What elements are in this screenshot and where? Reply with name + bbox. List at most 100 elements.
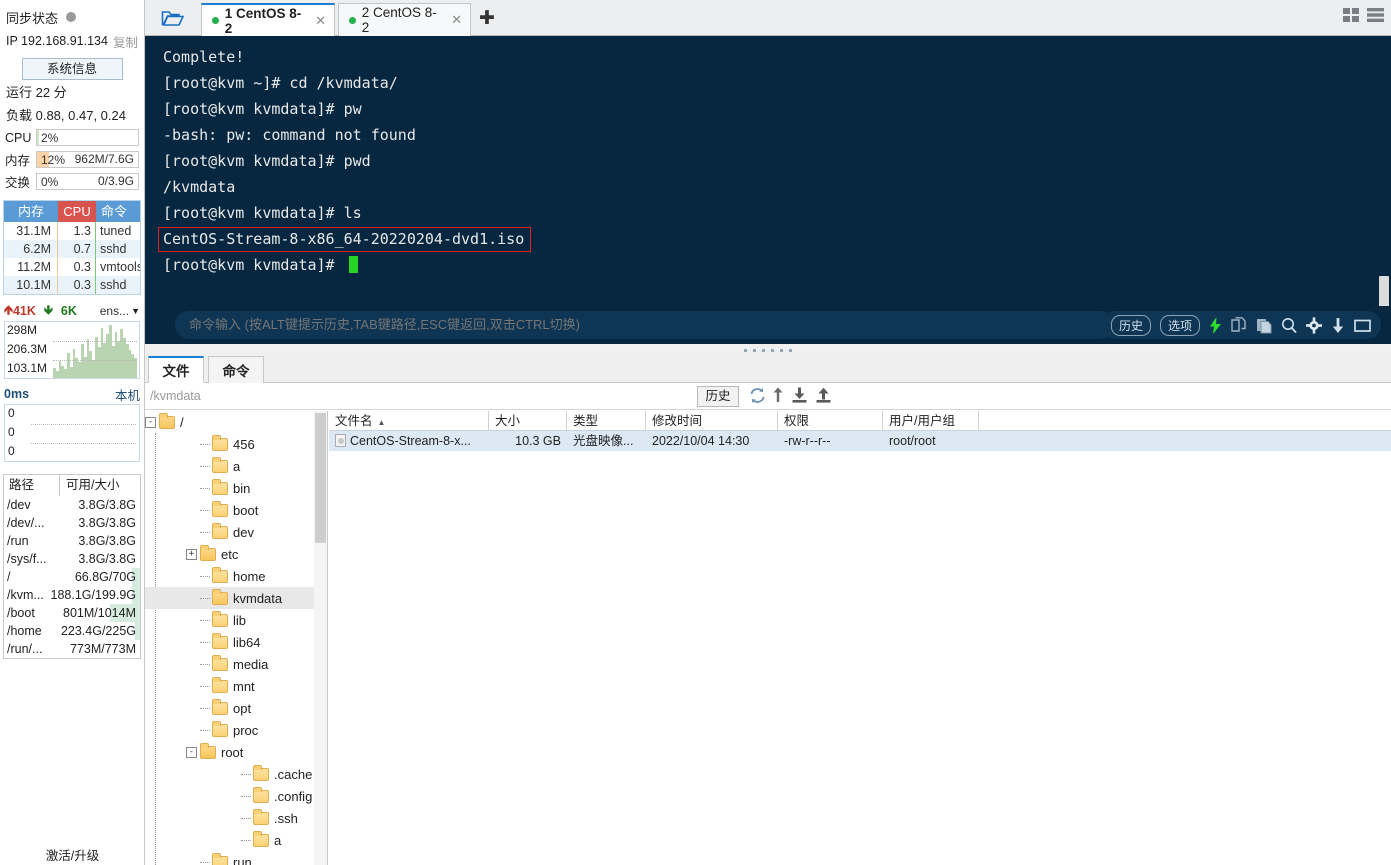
tree-item-456[interactable]: 456 xyxy=(145,433,327,455)
file-manager-panel: 文件 命令 /kvmdata 历史 - / 456 a bin boot dev… xyxy=(145,356,1391,865)
process-col-mem[interactable]: 内存 xyxy=(4,201,58,222)
list-view-icon[interactable] xyxy=(1367,7,1384,28)
tree-expander[interactable]: + xyxy=(186,548,197,560)
upload-icon[interactable] xyxy=(815,387,832,409)
column-header-modified[interactable]: 修改时间 xyxy=(646,411,778,430)
tree-scrollbar-thumb[interactable] xyxy=(315,413,326,543)
column-header-type[interactable]: 类型 xyxy=(567,411,646,430)
tab-close-icon[interactable]: ✕ xyxy=(451,12,462,28)
disk-size: 66.8G/70G xyxy=(74,570,136,584)
tree-item-dot-config[interactable]: .config xyxy=(145,785,327,807)
tree-item-label: a xyxy=(233,458,241,474)
uptime-label: 运行 22 分 xyxy=(6,85,67,100)
gear-icon[interactable] xyxy=(1306,316,1322,334)
terminal-scrollbar[interactable] xyxy=(1377,36,1391,306)
tree-item-/[interactable]: - / xyxy=(145,411,327,433)
file-name-cell: CentOS-Stream-8-x... xyxy=(329,431,489,451)
panel-splitter[interactable] xyxy=(145,344,1391,356)
disk-row[interactable]: /dev 3.8G/3.8G xyxy=(4,496,140,514)
network-bars xyxy=(53,322,137,378)
tab-session-1[interactable]: 1 CentOS 8-2 ✕ xyxy=(201,3,335,36)
latency-host-label[interactable]: 本机 xyxy=(115,385,140,404)
chevron-down-icon[interactable]: ▼ xyxy=(131,306,140,316)
grid-view-icon[interactable] xyxy=(1343,7,1360,28)
tree-scrollbar[interactable] xyxy=(314,411,327,865)
file-row[interactable]: CentOS-Stream-8-x... 10.3 GB 光盘映像... 2022/1… xyxy=(329,431,1391,451)
column-header-permissions[interactable]: 权限 xyxy=(778,411,883,430)
tree-item-home[interactable]: home xyxy=(145,565,327,587)
disk-size: 3.8G/3.8G xyxy=(78,552,136,566)
tab-files[interactable]: 文件 xyxy=(148,356,204,383)
process-cpu: 0.3 xyxy=(58,258,96,276)
tree-item-lib64[interactable]: lib64 xyxy=(145,631,327,653)
tree-item-dot-cache[interactable]: .cache xyxy=(145,763,327,785)
download-icon[interactable] xyxy=(1331,317,1345,334)
file-type: 光盘映像... xyxy=(573,434,634,448)
system-info-button[interactable]: 系统信息 xyxy=(21,58,123,80)
process-row[interactable]: 31.1M 1.3 tuned xyxy=(4,222,140,240)
download-icon[interactable] xyxy=(791,387,808,409)
tree-item-root[interactable]: - root xyxy=(145,741,327,763)
tab-commands[interactable]: 命令 xyxy=(208,356,264,383)
tab-session-2[interactable]: 2 CentOS 8-2 ✕ xyxy=(338,3,471,36)
file-history-button[interactable]: 历史 xyxy=(697,386,739,407)
tree-item-etc[interactable]: + etc xyxy=(145,543,327,565)
new-tab-button[interactable]: ✚ xyxy=(479,9,495,28)
disk-row[interactable]: / 66.8G/70G xyxy=(4,568,140,586)
tree-item-a[interactable]: a xyxy=(145,455,327,477)
copy-icon[interactable] xyxy=(1231,316,1247,334)
column-header-size[interactable]: 大小 xyxy=(489,411,567,430)
tree-expander[interactable]: - xyxy=(186,746,197,758)
refresh-icon[interactable] xyxy=(749,387,766,409)
tree-item-lib[interactable]: lib xyxy=(145,609,327,631)
tree-item-media[interactable]: media xyxy=(145,653,327,675)
tree-item-boot[interactable]: boot xyxy=(145,499,327,521)
folder-icon xyxy=(253,764,269,781)
network-interface-selector[interactable]: ens... xyxy=(100,304,129,318)
activate-upgrade-label[interactable]: 激活/升级 xyxy=(0,845,145,865)
directory-tree[interactable]: -/456 a bin boot dev + etc home kvmdata lib lib64 m… xyxy=(145,411,328,865)
lightning-icon[interactable] xyxy=(1209,316,1222,334)
tree-item-mnt[interactable]: mnt xyxy=(145,675,327,697)
disk-row[interactable]: /dev/... 3.8G/3.8G xyxy=(4,514,140,532)
column-header-name[interactable]: 文件名 ▲ xyxy=(329,411,489,430)
tree-item-dot-ssh[interactable]: .ssh xyxy=(145,807,327,829)
disk-row[interactable]: /run 3.8G/3.8G xyxy=(4,532,140,550)
tree-item-dev[interactable]: dev xyxy=(145,521,327,543)
process-col-cpu[interactable]: CPU xyxy=(58,201,96,222)
disk-row[interactable]: /boot 801M/1014M xyxy=(4,604,140,622)
disk-row[interactable]: /kvm... 188.1G/199.9G xyxy=(4,586,140,604)
tree-item-run[interactable]: run xyxy=(145,851,327,865)
tree-item-proc[interactable]: proc xyxy=(145,719,327,741)
disk-row[interactable]: /sys/f... 3.8G/3.8G xyxy=(4,550,140,568)
command-history-button[interactable]: 历史 xyxy=(1110,314,1151,336)
paste-icon[interactable] xyxy=(1256,317,1272,334)
tree-item-kvmdata[interactable]: kvmdata xyxy=(145,587,327,609)
folder-icon xyxy=(212,632,228,649)
column-header-owner[interactable]: 用户/用户组 xyxy=(883,411,979,430)
terminal-scrollbar-thumb[interactable] xyxy=(1379,276,1389,306)
tree-item-a[interactable]: a xyxy=(145,829,327,851)
search-icon[interactable] xyxy=(1281,317,1297,334)
window-icon[interactable] xyxy=(1354,317,1371,334)
disk-row[interactable]: /home 223.4G/225G xyxy=(4,622,140,640)
tree-item-opt[interactable]: opt xyxy=(145,697,327,719)
stat-label: 交换 xyxy=(5,176,31,190)
folder-open-icon[interactable] xyxy=(153,5,193,31)
process-row[interactable]: 11.2M 0.3 vmtools xyxy=(4,258,140,276)
copy-ip-button[interactable]: 复制 xyxy=(113,32,138,51)
terminal-output[interactable]: Complete! [root@kvm ~]# cd /kvmdata/ [root… xyxy=(145,36,1391,306)
up-arrow-icon[interactable] xyxy=(771,387,785,409)
command-options-button[interactable]: 选项 xyxy=(1159,314,1200,336)
process-row[interactable]: 6.2M 0.7 sshd xyxy=(4,240,140,258)
current-path-label[interactable]: /kvmdata xyxy=(150,387,201,406)
tree-item-bin[interactable]: bin xyxy=(145,477,327,499)
tree-expander[interactable]: - xyxy=(145,416,156,428)
latency-header: 0ms 本机 xyxy=(0,384,144,404)
process-col-cmd[interactable]: 命令 xyxy=(96,201,140,222)
process-row[interactable]: 10.1M 0.3 sshd xyxy=(4,276,140,294)
tab-close-icon[interactable]: ✕ xyxy=(315,13,326,29)
disk-row[interactable]: /run/... 773M/773M xyxy=(4,640,140,658)
stat-bar: 0% 0/3.9G xyxy=(36,173,139,190)
command-input[interactable] xyxy=(175,311,1115,339)
